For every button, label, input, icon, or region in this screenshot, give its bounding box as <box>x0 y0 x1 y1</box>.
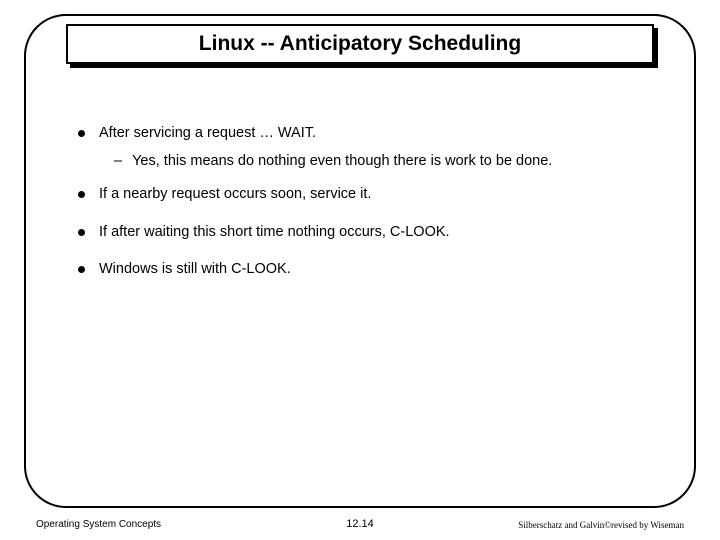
bullet-item: If after waiting this short time nothing… <box>78 223 658 243</box>
title-box: Linux -- Anticipatory Scheduling <box>66 24 654 64</box>
bullet-item: Windows is still with C-LOOK. <box>78 260 658 280</box>
bullet-icon <box>78 130 85 137</box>
bullet-icon <box>78 191 85 198</box>
sub-bullet-item: – Yes, this means do nothing even though… <box>114 152 658 172</box>
footer-left: Operating System Concepts <box>36 519 252 530</box>
footer: Operating System Concepts 12.14 Silbersc… <box>36 518 684 530</box>
bullet-icon <box>78 266 85 273</box>
slide-title: Linux -- Anticipatory Scheduling <box>199 32 521 56</box>
bullet-item: After servicing a request … WAIT. <box>78 124 658 144</box>
sub-bullet-text: Yes, this means do nothing even though t… <box>132 152 552 172</box>
dash-icon: – <box>114 152 122 172</box>
footer-page-number: 12.14 <box>252 518 468 530</box>
bullet-text: If after waiting this short time nothing… <box>99 223 658 243</box>
bullet-text: Windows is still with C-LOOK. <box>99 260 658 280</box>
bullet-text: After servicing a request … WAIT. <box>99 124 658 144</box>
footer-right: Silberschatz and Galvin©revised by Wisem… <box>468 520 684 530</box>
bullet-icon <box>78 229 85 236</box>
content-area: After servicing a request … WAIT. – Yes,… <box>78 124 658 288</box>
bullet-text: If a nearby request occurs soon, service… <box>99 185 658 205</box>
bullet-item: If a nearby request occurs soon, service… <box>78 185 658 205</box>
